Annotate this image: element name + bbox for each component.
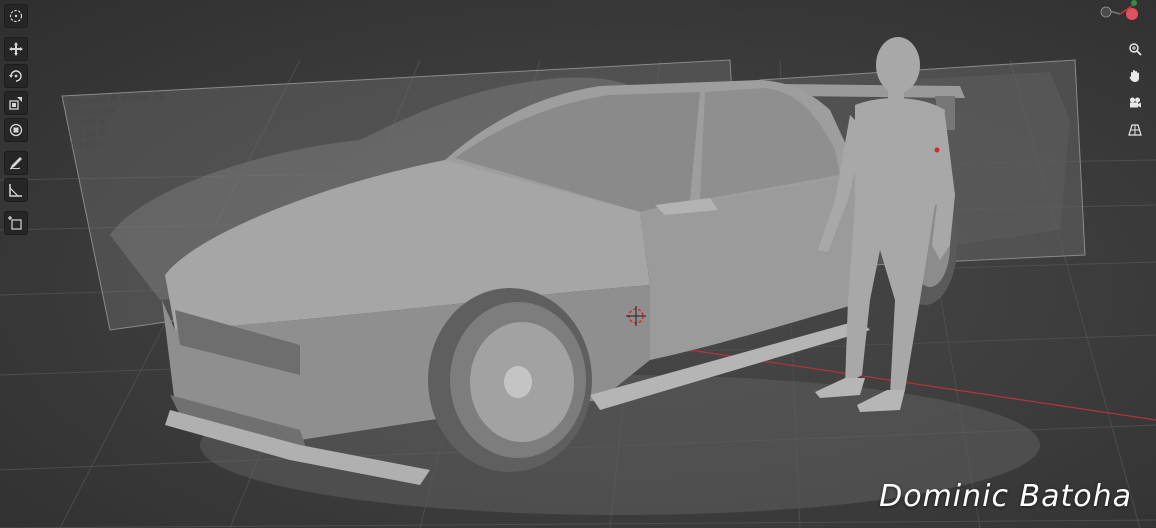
select-cursor-button[interactable]: [4, 4, 28, 28]
select-cursor-icon: [9, 9, 23, 23]
navigation-gizmo-icon[interactable]: [1098, 0, 1142, 26]
pan-button[interactable]: [1124, 65, 1146, 87]
scale-tool-button[interactable]: [4, 91, 28, 115]
perspective-grid-icon: [1128, 124, 1142, 136]
add-cube-icon: [8, 216, 22, 230]
rotate-tool-button[interactable]: [4, 64, 28, 88]
zoom-icon: [1129, 43, 1142, 56]
scale-icon: [9, 97, 22, 110]
tool-shelf: [4, 4, 30, 235]
transform-icon: [9, 123, 23, 137]
perspective-toggle-button[interactable]: [1124, 119, 1146, 141]
viewport-scene: [0, 37, 1156, 528]
measure-icon: [9, 184, 22, 197]
camera-icon: [1130, 97, 1141, 108]
navigation-buttons: [1124, 38, 1146, 141]
transform-tool-button[interactable]: [4, 118, 28, 142]
annotate-tool-button[interactable]: [4, 151, 28, 175]
rotate-icon: [9, 70, 22, 82]
reference-image-label: Hyundai N Vision 74 Dimensions X: 4.95 m…: [68, 91, 164, 151]
camera-view-button[interactable]: [1124, 92, 1146, 114]
annotate-icon: [9, 157, 22, 170]
credit-text: Dominic Batoha: [879, 479, 1132, 514]
move-tool-button[interactable]: [4, 37, 28, 61]
add-cube-button[interactable]: [4, 211, 28, 235]
move-icon: [9, 42, 23, 56]
origin-marker: [934, 147, 940, 153]
zoom-button[interactable]: [1124, 38, 1146, 60]
pan-hand-icon: [1129, 70, 1139, 82]
measure-tool-button[interactable]: [4, 178, 28, 202]
3d-viewport[interactable]: Hyundai N Vision 74 Dimensions X: 4.95 m…: [0, 0, 1156, 528]
